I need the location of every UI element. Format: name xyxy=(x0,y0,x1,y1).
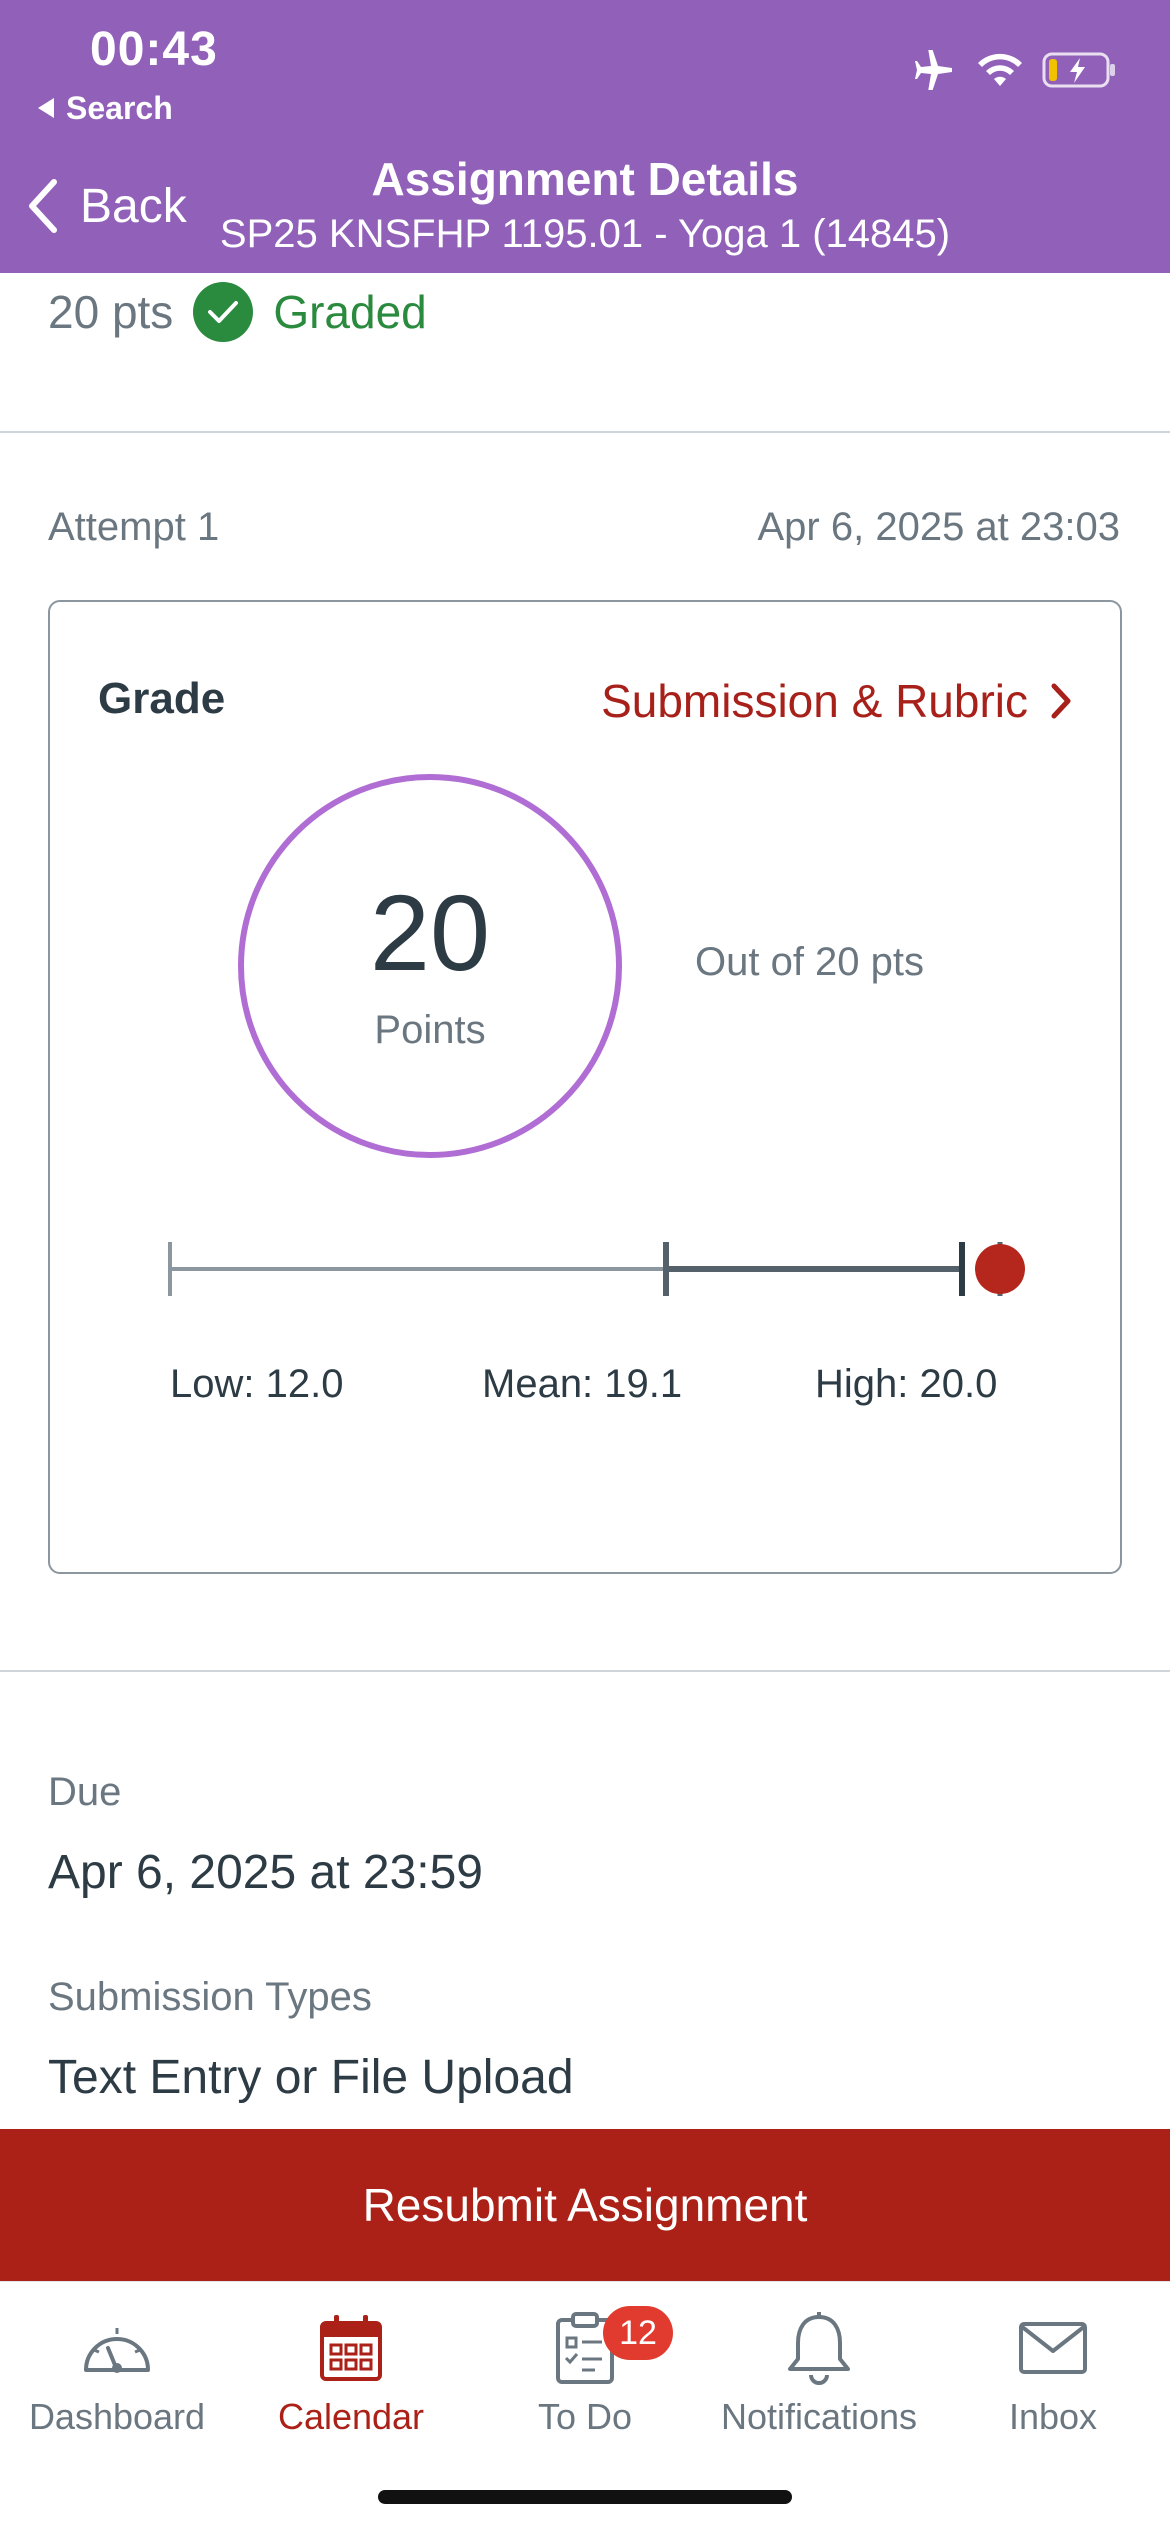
submission-rubric-link[interactable]: Submission & Rubric xyxy=(601,674,1072,728)
course-subtitle: SP25 KNSFHP 1195.01 - Yoga 1 (14845) xyxy=(219,212,951,256)
tab-inbox[interactable]: Inbox xyxy=(936,2308,1170,2438)
grade-title: Grade xyxy=(98,674,226,723)
score-ring: 20 Points xyxy=(238,774,622,1158)
attempt-label: Attempt 1 xyxy=(48,505,220,549)
battery-icon xyxy=(1042,52,1115,88)
chevron-right-icon xyxy=(1051,683,1071,719)
calendar-icon xyxy=(320,2315,382,2381)
inbox-icon xyxy=(1019,2322,1087,2374)
dashboard-icon xyxy=(84,2328,150,2373)
submission-types-value: Text Entry or File Upload xyxy=(48,2051,574,2104)
resubmit-assignment-button[interactable]: Resubmit Assignment xyxy=(0,2129,1170,2281)
score-label: Points xyxy=(374,1008,486,1052)
grade-card: Grade Submission & Rubric 20 Points Out … xyxy=(48,600,1122,1574)
tab-todo[interactable]: 12 To Do xyxy=(468,2306,702,2438)
score-marker xyxy=(975,1244,1025,1294)
graded-status: Graded xyxy=(273,286,427,338)
mean-stat: Mean: 19.1 xyxy=(482,1362,683,1406)
home-indicator[interactable] xyxy=(378,2490,792,2504)
tab-dashboard-label: Dashboard xyxy=(28,2396,206,2437)
attempt-date: Apr 6, 2025 at 23:03 xyxy=(757,505,1121,549)
status-time: 00:43 xyxy=(90,23,218,76)
tab-calendar[interactable]: Calendar xyxy=(234,2308,468,2438)
divider xyxy=(0,431,1170,433)
high-stat: High: 20.0 xyxy=(815,1362,998,1406)
airplane-icon xyxy=(915,50,952,90)
tab-inbox-label: Inbox xyxy=(1008,2396,1098,2437)
points-possible: 20 pts xyxy=(48,286,174,338)
tab-notifications-label: Notifications xyxy=(720,2396,918,2437)
due-value: Apr 6, 2025 at 23:59 xyxy=(48,1846,483,1899)
out-of-points: Out of 20 pts xyxy=(695,940,925,984)
back-triangle-icon xyxy=(38,97,54,118)
tab-notifications[interactable]: Notifications xyxy=(702,2308,936,2438)
page-title: Assignment Details xyxy=(371,153,799,205)
submission-types-label: Submission Types xyxy=(48,1975,372,2019)
divider xyxy=(0,1670,1170,1672)
grade-distribution-chart xyxy=(168,1242,1025,1296)
tab-dashboard[interactable]: Dashboard xyxy=(0,2308,234,2438)
tab-todo-label: To Do xyxy=(537,2396,633,2437)
low-stat: Low: 12.0 xyxy=(170,1362,344,1406)
bell-icon xyxy=(788,2312,850,2385)
status-back-label: Search xyxy=(66,90,173,126)
todo-count-badge: 12 xyxy=(603,2306,673,2360)
checkmark-icon xyxy=(193,282,254,342)
score-value: 20 xyxy=(369,872,491,993)
tab-calendar-label: Calendar xyxy=(277,2396,425,2437)
header: 00:43 Search Back Assignment Details SP2… xyxy=(0,0,1170,273)
submission-rubric-label: Submission & Rubric xyxy=(601,675,1028,727)
due-label: Due xyxy=(48,1770,122,1814)
wifi-icon xyxy=(978,53,1022,86)
status-back-to-app[interactable]: Search xyxy=(38,90,173,127)
points-status-row: 20 pts Graded xyxy=(48,282,427,342)
status-icons xyxy=(912,50,1118,90)
